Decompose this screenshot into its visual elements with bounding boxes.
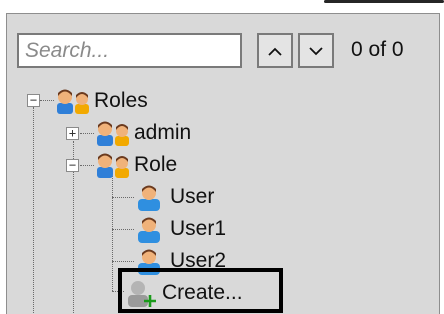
tree-line [112,261,134,262]
user-icon [138,185,160,211]
role-icon [97,153,129,178]
chevron-down-icon [309,46,323,55]
role-icon [97,121,129,146]
tree-line [112,229,134,230]
previous-match-button[interactable] [257,33,293,68]
tree-node-user1[interactable]: User1 [134,214,226,244]
user-icon [138,217,160,243]
tree-node-label: Roles [94,89,148,112]
match-count: 0 of 0 [351,38,404,61]
roles-group-icon [57,89,89,114]
next-match-button[interactable] [298,33,334,68]
tree-line [33,107,34,313]
tree-node-label: User [170,185,215,208]
tree-line [40,100,54,101]
tree-line [112,176,113,291]
tree-node-role[interactable]: Role [94,150,177,180]
expand-admin-toggle[interactable]: + [66,127,79,140]
tree-node-user[interactable]: User [134,182,214,212]
search-input[interactable] [17,33,242,68]
window-top-edge [0,0,444,14]
tree-node-roles[interactable]: Roles [54,86,148,116]
create-highlight-frame [118,268,283,313]
collapse-roles-toggle[interactable]: − [27,94,40,107]
tree-node-label: User1 [170,217,227,240]
tree-line [80,133,94,134]
chevron-up-icon [268,47,282,56]
tree-node-admin[interactable]: admin [94,118,191,148]
tree-line [112,197,134,198]
tree-node-label: Role [134,153,178,176]
collapse-role-toggle[interactable]: − [66,159,79,172]
tree-line [80,165,94,166]
tree-node-label: admin [134,121,192,144]
